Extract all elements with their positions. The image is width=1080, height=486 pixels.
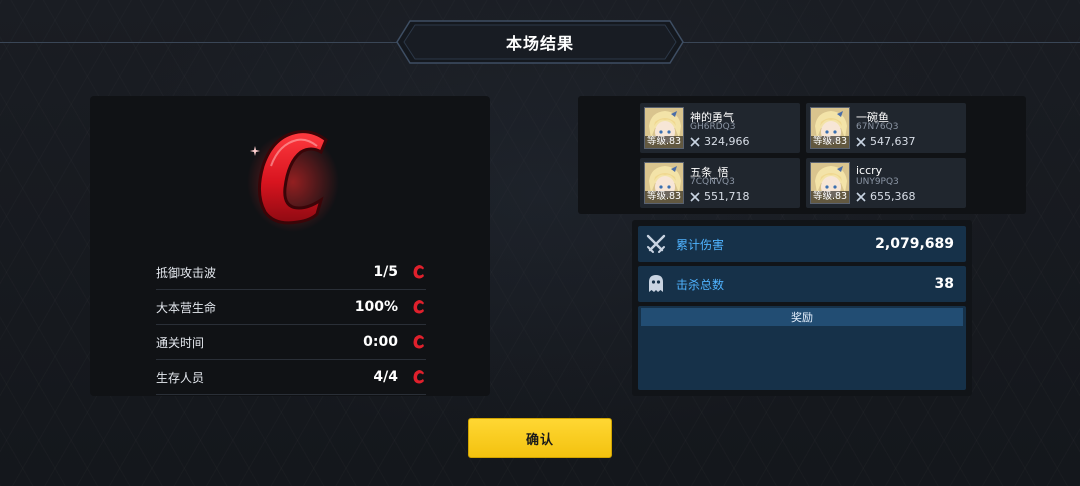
total-damage-label: 累计伤害 (676, 237, 725, 252)
level-badge: 等级.83 (811, 191, 849, 203)
crossed-swords-icon (856, 191, 866, 202)
grade-c-icon (412, 334, 426, 350)
grade-c-icon (412, 264, 426, 280)
avatar: 等级.83 (644, 107, 684, 149)
reward-header: 奖励 (641, 308, 963, 326)
avatar: 等级.83 (810, 107, 850, 149)
grade-c-emblem (243, 124, 339, 234)
player-damage: 655,368 (870, 190, 916, 203)
avatar: 等级.83 (810, 162, 850, 204)
total-kills-label: 击杀总数 (676, 277, 725, 292)
player-card[interactable]: 等级.83 iccry UNY9PQ3 655,368 (806, 158, 966, 208)
level-badge: 等级.83 (645, 191, 683, 203)
stat-value: 0:00 (363, 334, 398, 350)
title-divider-left (0, 42, 398, 43)
grade-c-icon (412, 369, 426, 385)
stat-label: 通关时间 (156, 335, 205, 350)
total-kills-value: 38 (934, 276, 954, 292)
crossed-swords-icon (690, 136, 700, 147)
stat-row-waves: 抵御攻击波 1/5 (156, 255, 426, 290)
player-damage: 547,637 (870, 135, 916, 148)
ghost-icon (649, 275, 663, 292)
player-card[interactable]: 等级.83 神的勇气 GH6RDQ3 324,966 (640, 103, 800, 153)
level-badge: 等级.83 (811, 136, 849, 148)
reward-box: 奖励 (638, 306, 966, 390)
stat-label: 抵御攻击波 (156, 265, 217, 280)
grade-c-icon (412, 299, 426, 315)
total-kills-row: 击杀总数 38 (638, 266, 966, 302)
avatar: 等级.83 (644, 162, 684, 204)
stats-list: 抵御攻击波 1/5 大本营生命 100% 通关时间 0:00 生存人员 4/4 (156, 255, 426, 395)
title-banner: 本场结果 (396, 20, 684, 64)
player-id: GH6RDQ3 (690, 122, 736, 132)
player-id: 7CQNVQ3 (690, 177, 735, 187)
crossed-swords-icon (690, 191, 700, 202)
player-name: iccry (856, 164, 883, 177)
player-damage: 551,718 (704, 190, 750, 203)
player-id: UNY9PQ3 (856, 177, 899, 187)
player-card[interactable]: 等级.83 一碗鱼 67N76Q3 547,637 (806, 103, 966, 153)
total-damage-row: 累计伤害 2,079,689 (638, 226, 966, 262)
crossed-swords-icon (646, 234, 666, 253)
player-id: 67N76Q3 (856, 122, 899, 132)
page-title: 本场结果 (505, 34, 574, 53)
player-damage: 324,966 (704, 135, 750, 148)
title-divider-right (682, 42, 1080, 43)
stat-row-survivors: 生存人员 4/4 (156, 360, 426, 395)
stat-row-base-hp: 大本营生命 100% (156, 290, 426, 325)
level-badge: 等级.83 (645, 136, 683, 148)
stat-value: 4/4 (373, 369, 398, 385)
stat-row-clear-time: 通关时间 0:00 (156, 325, 426, 360)
confirm-button[interactable]: 确认 (468, 418, 612, 458)
stat-label: 生存人员 (156, 370, 205, 385)
stat-value: 100% (354, 299, 398, 315)
total-damage-value: 2,079,689 (875, 236, 954, 252)
stat-value: 1/5 (373, 264, 398, 280)
player-card[interactable]: 等级.83 五条_悟 7CQNVQ3 551,718 (640, 158, 800, 208)
crossed-swords-icon (856, 136, 866, 147)
stat-label: 大本营生命 (156, 300, 217, 315)
